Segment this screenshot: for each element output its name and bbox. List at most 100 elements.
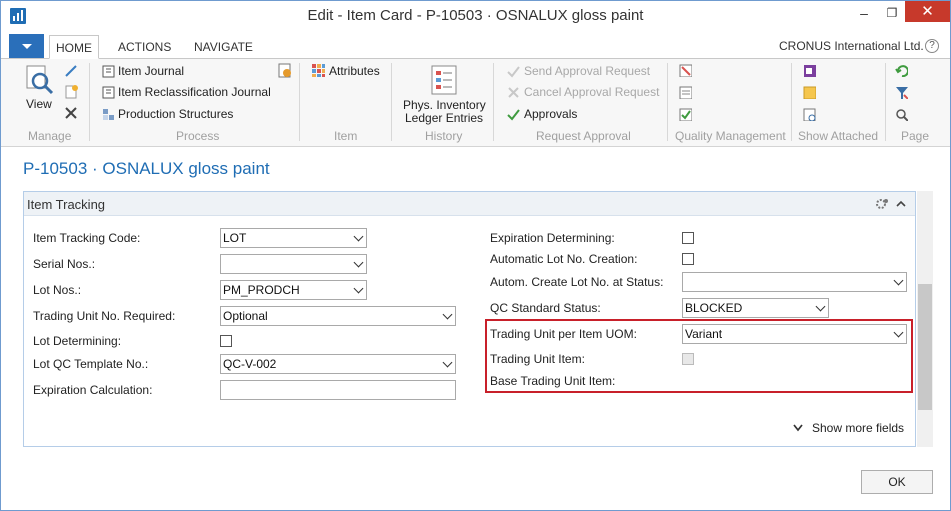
- window-title: Edit - Item Card - P-10503 · OSNALUX glo…: [307, 7, 644, 24]
- company-name: CRONUS International Ltd.: [779, 39, 924, 53]
- group-request-approval-label: Request Approval: [536, 129, 631, 143]
- autom-create-lot-no-at-status-field[interactable]: [682, 272, 907, 292]
- quality-check-icon[interactable]: [679, 108, 692, 121]
- find-icon[interactable]: [895, 108, 908, 121]
- item-journal-icon: [102, 65, 115, 78]
- fasttab-header[interactable]: Item Tracking: [24, 192, 915, 216]
- process-extra-icon[interactable]: [277, 63, 293, 79]
- automatic-lot-no-creation-checkbox[interactable]: [682, 253, 694, 265]
- cancel-approval-request-button[interactable]: Cancel Approval Request: [524, 85, 659, 99]
- view-icon[interactable]: [25, 65, 55, 95]
- group-process-label: Process: [176, 129, 220, 143]
- gear-icon[interactable]: [874, 197, 890, 211]
- group-history-label: History: [425, 129, 463, 143]
- expiration-determining-label: Expiration Determining:: [490, 231, 615, 245]
- ribbon-tabs: HOME ACTIONS NAVIGATE CRONUS Internation…: [1, 31, 950, 59]
- chevron-down-icon[interactable]: [442, 357, 453, 368]
- tab-navigate[interactable]: NAVIGATE: [188, 35, 259, 59]
- item-journal-button[interactable]: Item Journal: [118, 64, 184, 78]
- production-structures-button[interactable]: Production Structures: [118, 107, 233, 121]
- refresh-icon[interactable]: [895, 64, 908, 77]
- close-button[interactable]: ✕: [905, 1, 950, 22]
- item-tracking-code-field[interactable]: LOT: [220, 228, 367, 248]
- fasttab-title: Item Tracking: [27, 197, 106, 212]
- quality-doc-icon[interactable]: [679, 86, 692, 99]
- approvals-button[interactable]: Approvals: [524, 107, 577, 121]
- serial-nos-label: Serial Nos.:: [33, 257, 96, 271]
- chevron-down-icon[interactable]: [893, 275, 904, 286]
- group-manage-label: Manage: [28, 129, 72, 143]
- scrollbar-thumb[interactable]: [918, 284, 932, 410]
- group-show-attached-label: Show Attached: [798, 129, 879, 143]
- group-separator: [885, 63, 886, 141]
- serial-nos-field[interactable]: [220, 254, 367, 274]
- trading-unit-no-required-label: Trading Unit No. Required:: [33, 309, 176, 323]
- group-separator: [493, 63, 494, 141]
- phys-inventory-ledger-line2[interactable]: Ledger Entries: [405, 111, 483, 125]
- lot-qc-template-no-value: QC-V-002: [223, 357, 277, 371]
- trading-unit-no-required-value: Optional: [223, 309, 268, 323]
- trading-unit-no-required-field[interactable]: Optional: [220, 306, 456, 326]
- group-item-label: Item: [334, 129, 358, 143]
- help-icon[interactable]: ?: [925, 39, 939, 53]
- send-approval-request-button[interactable]: Send Approval Request: [524, 64, 650, 78]
- group-separator: [89, 63, 90, 141]
- qc-standard-status-label: QC Standard Status:: [490, 301, 601, 315]
- phys-inventory-ledger-line1[interactable]: Phys. Inventory: [403, 98, 486, 112]
- delete-icon[interactable]: [63, 105, 79, 121]
- minimize-button[interactable]: –: [849, 1, 879, 25]
- attributes-button[interactable]: Attributes: [329, 64, 380, 78]
- ok-button[interactable]: OK: [861, 470, 933, 494]
- notes-icon[interactable]: [803, 86, 816, 99]
- expiration-calculation-label: Expiration Calculation:: [33, 383, 153, 397]
- group-quality-management-label: Quality Management: [675, 129, 786, 143]
- show-more-chevron-down-icon[interactable]: [792, 423, 804, 433]
- page-title: P-10503 · OSNALUX gloss paint: [23, 159, 270, 178]
- clear-filter-icon[interactable]: [895, 86, 908, 99]
- item-card-window: Edit - Item Card - P-10503 · OSNALUX glo…: [0, 0, 951, 511]
- tab-actions[interactable]: ACTIONS: [112, 35, 177, 59]
- chevron-down-icon[interactable]: [353, 283, 364, 294]
- lot-qc-template-no-field[interactable]: QC-V-002: [220, 354, 456, 374]
- qc-standard-status-field[interactable]: BLOCKED: [682, 298, 829, 318]
- view-button[interactable]: View: [26, 97, 52, 111]
- phys-inventory-ledger-icon[interactable]: [430, 64, 460, 96]
- show-more-fields-link[interactable]: Show more fields: [812, 421, 904, 435]
- chevron-down-icon[interactable]: [815, 301, 826, 312]
- item-reclass-journal-button[interactable]: Item Reclassification Journal: [118, 85, 271, 99]
- chevron-down-icon[interactable]: [442, 309, 453, 320]
- cancel-approval-icon: [508, 87, 519, 98]
- collapse-chevron-up-icon[interactable]: [896, 200, 906, 208]
- qc-standard-status-value: BLOCKED: [685, 301, 743, 315]
- quality-doc-red-icon[interactable]: [679, 64, 692, 77]
- approvals-icon: [507, 109, 520, 121]
- ribbon: View Manage Item Journal Item Reclassifi…: [1, 59, 950, 147]
- group-page-label: Page: [901, 129, 930, 143]
- title-bar: Edit - Item Card - P-10503 · OSNALUX glo…: [1, 1, 950, 31]
- attributes-icon: [312, 64, 325, 77]
- automatic-lot-no-creation-label: Automatic Lot No. Creation:: [490, 252, 638, 266]
- restore-button[interactable]: ❐: [877, 1, 907, 25]
- group-separator: [391, 63, 392, 141]
- expiration-determining-checkbox[interactable]: [682, 232, 694, 244]
- lot-nos-field[interactable]: PM_PRODCH: [220, 280, 367, 300]
- application-menu-button[interactable]: [9, 34, 44, 58]
- tab-home[interactable]: HOME: [49, 35, 99, 59]
- lot-qc-template-no-label: Lot QC Template No.:: [33, 357, 149, 371]
- autom-create-lot-no-at-status-label: Autom. Create Lot No. at Status:: [490, 275, 664, 289]
- links-icon[interactable]: [803, 108, 816, 121]
- chevron-down-icon[interactable]: [353, 257, 364, 268]
- group-separator: [299, 63, 300, 141]
- item-reclass-journal-icon: [102, 86, 115, 99]
- chevron-down-icon[interactable]: [353, 231, 364, 242]
- item-tracking-code-label: Item Tracking Code:: [33, 231, 141, 245]
- new-document-icon[interactable]: [63, 84, 79, 100]
- send-approval-icon: [507, 66, 520, 78]
- production-structures-icon: [103, 109, 114, 120]
- onenote-icon[interactable]: [803, 64, 816, 77]
- expiration-calculation-field[interactable]: [220, 380, 456, 400]
- group-separator: [791, 63, 792, 141]
- edit-pencil-icon[interactable]: [63, 63, 79, 79]
- item-tracking-code-value: LOT: [223, 231, 247, 245]
- lot-determining-checkbox[interactable]: [220, 335, 232, 347]
